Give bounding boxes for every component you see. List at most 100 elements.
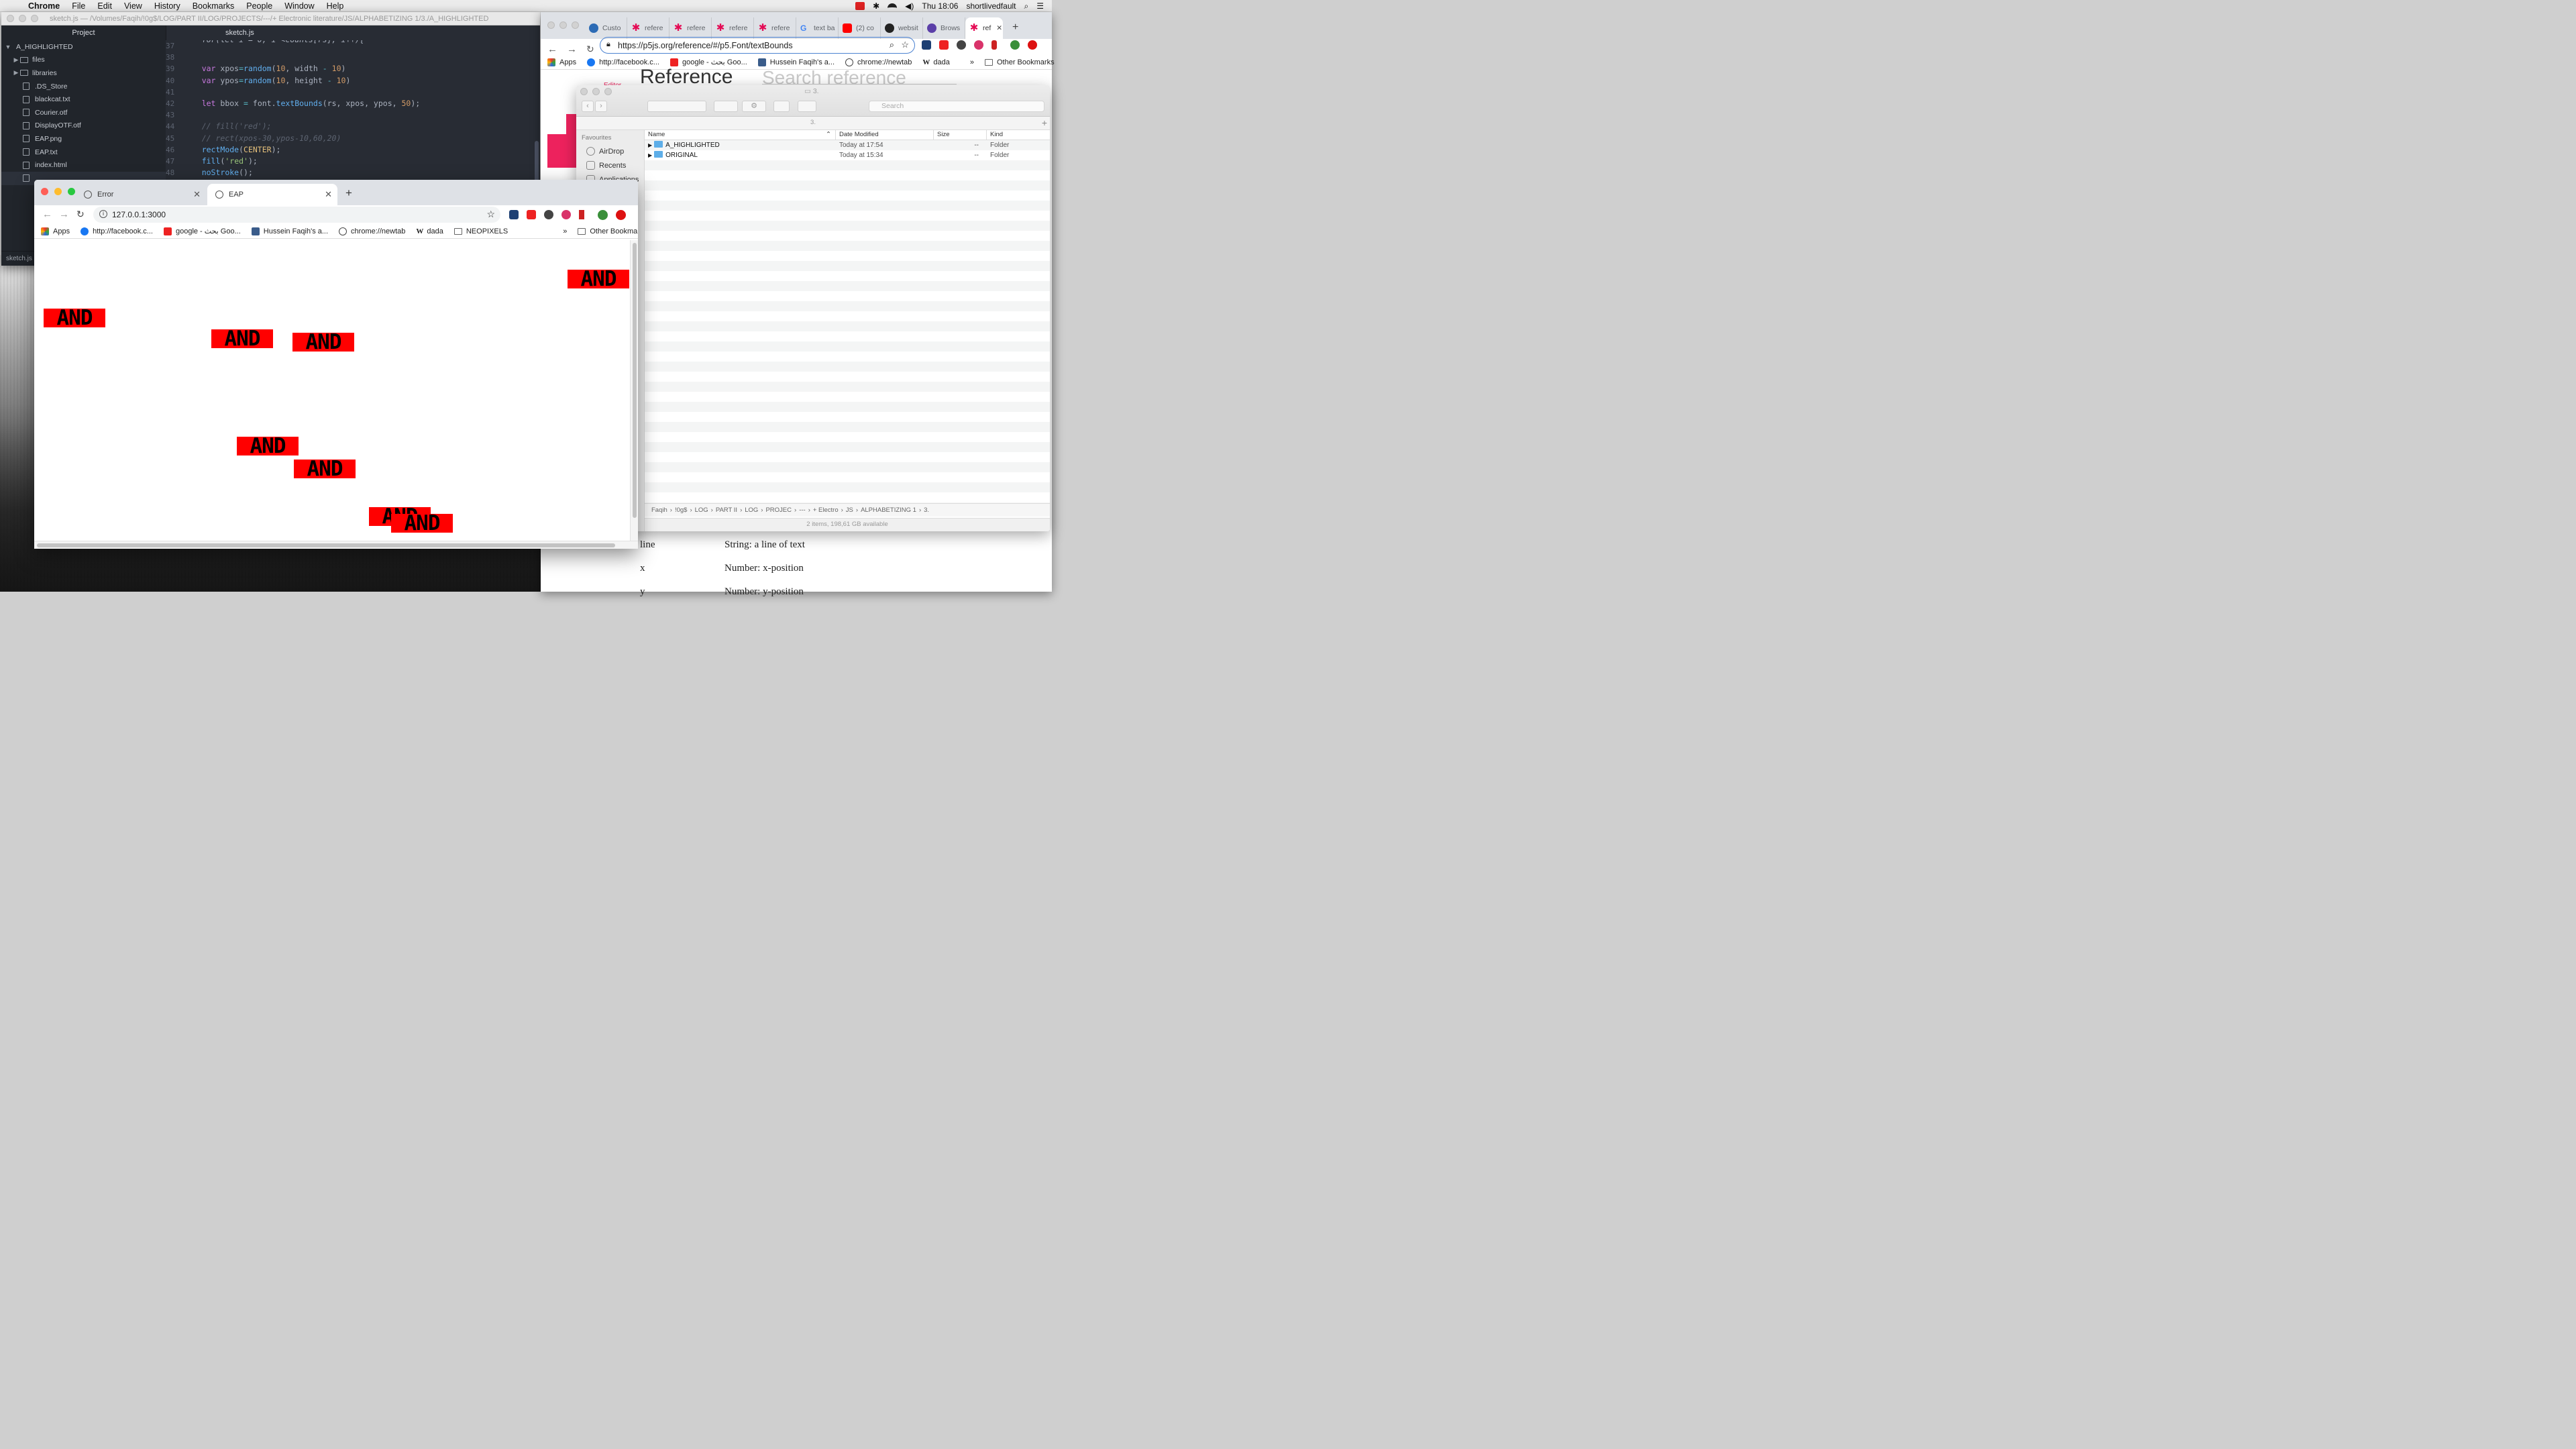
menu-history[interactable]: History [154,1,180,11]
sidebar-item-airdrop[interactable]: AirDrop [576,144,644,158]
extension-youtube-icon[interactable] [527,210,536,219]
extension-bookmark-icon[interactable] [991,40,997,50]
path-item[interactable]: LOG [695,506,708,514]
volume-icon[interactable]: ◀) [905,1,914,11]
bookmark-other[interactable]: Other Bookmarks [578,227,638,235]
path-item[interactable]: ALPHABETIZING 1 [861,506,916,514]
bookmark-dada[interactable]: Wdada [922,58,949,66]
path-item[interactable]: PART II [716,506,737,514]
sidebar-item-recents[interactable]: Recents [576,158,644,172]
tab-browser[interactable]: Brows [923,17,965,39]
path-item[interactable]: JS [846,506,853,514]
share-button[interactable] [773,101,790,112]
tab-sketch-js[interactable]: sketch.js [166,25,540,40]
close-button[interactable] [580,88,588,95]
apple-icon[interactable] [11,1,21,11]
bookmark-newtab[interactable]: chrome://newtab [845,58,912,66]
new-tab-icon[interactable]: + [345,186,352,200]
path-item[interactable]: PROJEC [765,506,792,514]
bookmark-other[interactable]: Other Bookmarks [984,58,1055,66]
path-item[interactable]: + Electro [813,506,839,514]
reload-icon[interactable]: ↻ [586,44,594,55]
menu-people[interactable]: People [246,1,272,11]
tab-project[interactable]: Project [1,25,166,40]
tab-google-search[interactable]: Gtext ba [796,17,839,39]
gear-icon[interactable]: ⚙ [742,101,766,112]
menu-window[interactable]: Window [284,1,314,11]
path-item[interactable]: 3. [924,506,929,514]
bookmark-dada[interactable]: Wdada [416,227,443,235]
menu-app-name[interactable]: Chrome [28,1,60,11]
creative-cloud-icon[interactable] [855,2,865,10]
extension-update-icon[interactable] [616,210,626,220]
profile-avatar[interactable] [598,210,608,220]
vertical-scrollbar[interactable] [630,240,638,541]
tree-item-index[interactable]: index.html [1,158,166,172]
tag-button[interactable] [798,101,816,112]
info-icon[interactable]: i [99,210,107,218]
extension-dog-icon[interactable] [957,40,966,50]
minimize-button[interactable] [19,15,26,22]
bluetooth-icon[interactable]: ✱ [873,1,879,11]
menu-file[interactable]: File [72,1,85,11]
p5-canvas[interactable]: AND AND AND AND AND AND AND AND [34,240,630,541]
column-date-modified[interactable]: Date Modified [836,130,934,140]
menu-edit[interactable]: Edit [97,1,112,11]
bookmark-google[interactable]: google - بحث Goo... [163,227,241,235]
forward-icon[interactable]: → [59,209,69,220]
wifi-icon[interactable] [888,3,898,9]
spotlight-icon[interactable]: ⌕ [1024,1,1029,11]
path-item[interactable]: !0g$ [675,506,688,514]
close-tab-icon[interactable]: ✕ [193,189,201,200]
extension-youtube-icon[interactable] [939,40,949,50]
clock[interactable]: Thu 18:06 [922,1,958,11]
group-button[interactable] [714,101,738,112]
zoom-button[interactable] [31,15,38,22]
bookmark-apps[interactable]: Apps [41,227,70,235]
new-tab-icon[interactable]: + [1012,21,1018,34]
zoom-search-icon[interactable]: ⌕ [890,40,894,50]
tab-reference-2[interactable]: ✱ refere [669,17,712,39]
menu-help[interactable]: Help [327,1,344,11]
close-button[interactable] [547,21,555,29]
close-tab-icon[interactable]: ✕ [996,24,1002,32]
tab-youtube[interactable]: (2) co [839,17,881,39]
close-tab-icon[interactable]: ✕ [325,189,332,200]
bookmark-apps[interactable]: Apps [547,58,576,66]
notification-center-icon[interactable]: ☰ [1036,1,1044,11]
tree-root[interactable]: ▼ A_HIGHLIGHTED [1,40,166,54]
bookmark-hussein[interactable]: Hussein Faqih's a... [251,227,328,235]
reference-search-input[interactable]: Search reference [762,67,957,85]
tab-reference-3[interactable]: ✱ refere [712,17,754,39]
extension-instagram-icon[interactable] [974,40,983,50]
bookmark-star-icon[interactable]: ☆ [901,40,909,50]
tree-item-libraries[interactable]: ▶ libraries [1,66,166,80]
horizontal-scrollbar[interactable] [34,541,638,549]
bookmarks-overflow[interactable]: » [970,58,974,66]
user-name[interactable]: shortlivedfault [966,1,1016,11]
bookmark-facebook[interactable]: http://facebook.c... [587,58,659,66]
forward-button[interactable]: › [595,101,607,112]
finder-search-input[interactable]: Search [869,101,1044,112]
close-button[interactable] [41,188,48,195]
tree-item-files[interactable]: ▶ files [1,54,166,67]
forward-icon[interactable]: → [567,44,577,55]
tree-item-courier[interactable]: Courier.otf [1,106,166,119]
column-kind[interactable]: Kind [987,130,1050,140]
tab-reference-4[interactable]: ✱ refere [754,17,796,39]
zoom-button[interactable] [68,188,75,195]
add-tab-icon[interactable]: + [1042,117,1047,129]
bookmarks-overflow[interactable]: » [563,227,567,235]
reload-icon[interactable]: ↻ [76,209,85,220]
column-name[interactable]: Name ⌃ [645,130,836,140]
tree-item-ds-store[interactable]: .DS_Store [1,80,166,93]
back-icon[interactable]: ← [42,209,52,220]
menu-bookmarks[interactable]: Bookmarks [193,1,235,11]
tab-eap[interactable]: EAP ✕ [207,184,337,205]
tab-customize[interactable]: Custo [585,17,627,39]
disclosure-triangle-icon[interactable]: ▶ [648,142,652,148]
path-item[interactable]: LOG [745,506,758,514]
tree-item-displayotf[interactable]: DisplayOTF.otf [1,119,166,133]
bookmark-facebook[interactable]: http://facebook.c... [80,227,153,235]
tree-item-blackcat[interactable]: blackcat.txt [1,93,166,106]
